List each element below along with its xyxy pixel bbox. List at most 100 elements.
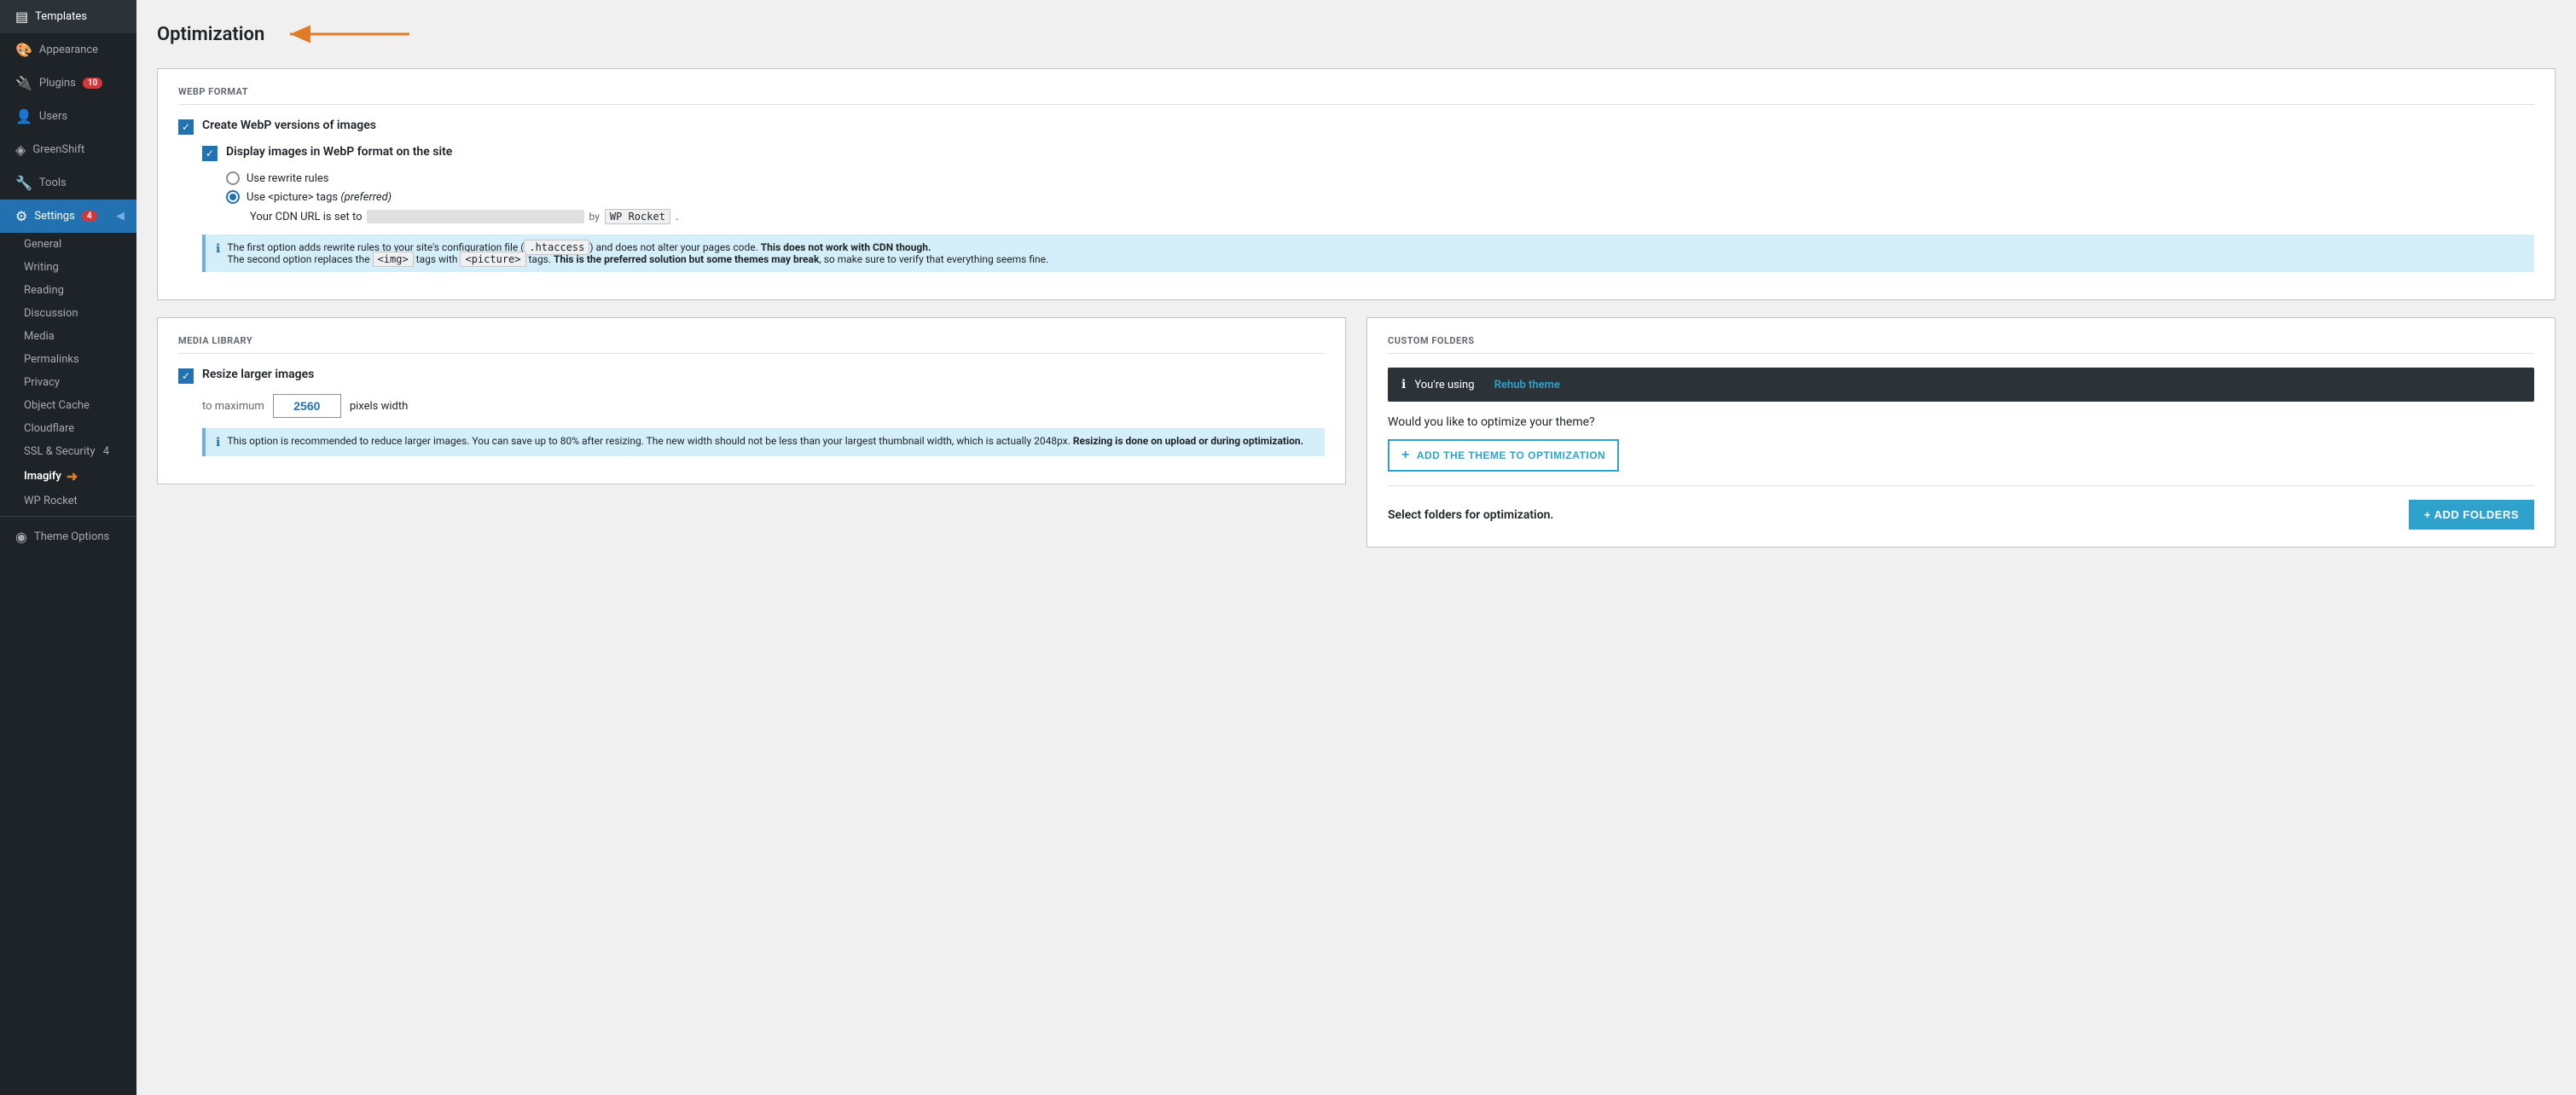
picture-label: Use <picture> tags (preferred) (247, 191, 392, 204)
sidebar-item-theme-options[interactable]: ◉ Theme Options (0, 520, 136, 553)
orange-arrow-indicator (281, 17, 418, 51)
resize-info-box: ℹ This option is recommended to reduce l… (202, 428, 1325, 456)
create-webp-row: ✓ Create WebP versions of images (178, 119, 2534, 135)
sidebar-label-tools: Tools (39, 177, 67, 189)
media-library-col: MEDIA LIBRARY ✓ Resize larger images to … (157, 317, 1346, 548)
page-title-row: Optimization (157, 17, 2556, 51)
sidebar-label-greenshift: GreenShift (32, 143, 84, 156)
sub-label-writing: Writing (24, 261, 59, 274)
sidebar-item-plugins[interactable]: 🔌 Plugins 10 (0, 67, 136, 100)
main-content: Optimization WEBP FORMAT ✓ Create WebP v… (136, 0, 2576, 1095)
sidebar-label-templates: Templates (35, 10, 87, 23)
sidebar: ▤ Templates 🎨 Appearance 🔌 Plugins 10 👤 … (0, 0, 136, 1095)
info2-middle: tags with (414, 253, 461, 265)
plus-icon: + (1401, 448, 1410, 463)
cdn-by: by (589, 211, 600, 223)
sub-label-object-cache: Object Cache (24, 399, 90, 412)
max-width-input[interactable] (273, 394, 341, 418)
sub-label-imagify: Imagify (24, 470, 61, 483)
greenshift-icon: ◈ (15, 142, 26, 158)
optimize-prompt: Would you like to optimize your theme? (1388, 415, 2534, 429)
resize-label: Resize larger images (202, 368, 314, 381)
sidebar-sub-wp-rocket[interactable]: WP Rocket (0, 490, 136, 513)
sub-label-media: Media (24, 330, 55, 343)
cdn-period: . (676, 211, 678, 223)
rewrite-label: Use rewrite rules (247, 172, 328, 185)
info1-rest: ) and does not alter your pages code. (589, 241, 760, 253)
sidebar-sub-media[interactable]: Media (0, 325, 136, 348)
img-tag: <img> (373, 252, 414, 267)
add-theme-button[interactable]: + ADD THE THEME TO OPTIMIZATION (1388, 439, 1619, 472)
sidebar-item-greenshift[interactable]: ◈ GreenShift (0, 133, 136, 166)
sidebar-sub-object-cache[interactable]: Object Cache (0, 394, 136, 417)
sidebar-item-templates[interactable]: ▤ Templates (0, 0, 136, 33)
display-webp-label: Display images in WebP format on the sit… (226, 145, 452, 159)
picture-radio-row: Use <picture> tags (preferred) (226, 190, 2534, 204)
sidebar-sub-cloudflare[interactable]: Cloudflare (0, 417, 136, 440)
cdn-url-row: Your CDN URL is set to █████████████████… (250, 209, 2534, 224)
resize-max-row: to maximum pixels width (202, 394, 1325, 418)
webp-info-box: ℹ The first option adds rewrite rules to… (202, 235, 2534, 272)
cdn-provider: WP Rocket (605, 209, 670, 224)
rewrite-radio[interactable] (226, 171, 240, 185)
info-circle-icon: ℹ (1401, 378, 1406, 391)
resize-checkbox[interactable]: ✓ (178, 368, 194, 384)
info2-end: , so make sure to verify that everything… (819, 253, 1048, 265)
picture-radio[interactable] (226, 190, 240, 204)
sidebar-sub-permalinks[interactable]: Permalinks (0, 348, 136, 371)
info2-bold: This is the preferred solution but some … (554, 253, 819, 265)
settings-icon: ⚙ (15, 208, 27, 224)
sidebar-sub-imagify[interactable]: Imagify ➜ (0, 463, 136, 490)
theme-name-link[interactable]: Rehub theme (1494, 379, 1560, 391)
sidebar-sub-discussion[interactable]: Discussion (0, 302, 136, 325)
sub-label-privacy: Privacy (24, 376, 60, 389)
sidebar-label-users: Users (39, 110, 67, 123)
imagify-arrow-icon: ➜ (67, 468, 78, 484)
resize-checkbox-row: ✓ Resize larger images (178, 368, 1325, 384)
resize-info-icon: ℹ (216, 436, 220, 449)
sub-label-ssl-security: SSL & Security (24, 445, 96, 458)
info1-bold: This does not work with CDN though. (761, 241, 931, 253)
sidebar-label-appearance: Appearance (39, 43, 98, 56)
sidebar-sub-general[interactable]: General (0, 233, 136, 256)
webp-section-label: WEBP FORMAT (178, 86, 2534, 105)
cdn-text: Your CDN URL is set to (250, 211, 362, 223)
sub-label-cloudflare: Cloudflare (24, 422, 74, 435)
users-icon: 👤 (15, 108, 32, 125)
sidebar-sub-reading[interactable]: Reading (0, 279, 136, 302)
theme-options-icon: ◉ (15, 529, 27, 545)
theme-info-text: You're using (1414, 379, 1474, 391)
sidebar-item-tools[interactable]: 🔧 Tools (0, 166, 136, 200)
sidebar-sub-privacy[interactable]: Privacy (0, 371, 136, 394)
add-folders-button[interactable]: + ADD FOLDERS (2409, 500, 2534, 530)
settings-arrow-icon: ◀ (116, 210, 125, 223)
sidebar-sub-writing[interactable]: Writing (0, 256, 136, 279)
create-webp-checkbox[interactable]: ✓ (178, 119, 194, 135)
settings-badge: 4 (82, 211, 97, 222)
webp-radio-group: Use rewrite rules Use <picture> tags (pr… (226, 171, 2534, 224)
ssl-security-badge: 4 (103, 445, 109, 458)
select-folders-label: Select folders for optimization. (1388, 508, 1553, 522)
sub-label-wp-rocket: WP Rocket (24, 495, 78, 507)
media-library-panel: MEDIA LIBRARY ✓ Resize larger images to … (157, 317, 1346, 484)
custom-folders-label: CUSTOM FOLDERS (1388, 335, 2534, 354)
display-webp-row: ✓ Display images in WebP format on the s… (202, 145, 2534, 161)
display-webp-checkbox[interactable]: ✓ (202, 146, 218, 161)
sidebar-item-settings[interactable]: ⚙ Settings 4 ◀ (0, 200, 136, 233)
plugins-icon: 🔌 (15, 75, 32, 91)
sidebar-item-appearance[interactable]: 🎨 Appearance (0, 33, 136, 67)
plugins-badge: 10 (83, 78, 102, 89)
page-title: Optimization (157, 24, 264, 45)
resize-info-main: This option is recommended to reduce lar… (227, 435, 1073, 447)
sidebar-item-users[interactable]: 👤 Users (0, 100, 136, 133)
custom-folders-col: CUSTOM FOLDERS ℹ You're using Rehub them… (1366, 317, 2556, 548)
templates-icon: ▤ (15, 9, 28, 25)
px-label: pixels width (350, 400, 408, 413)
tools-icon: 🔧 (15, 175, 32, 191)
cdn-url: ████████████████████████████ (367, 210, 583, 223)
theme-info-bar: ℹ You're using Rehub theme (1388, 368, 2534, 402)
info2-rest: tags. (526, 253, 554, 265)
sidebar-label-plugins: Plugins (39, 77, 76, 90)
create-webp-label: Create WebP versions of images (202, 119, 376, 132)
sidebar-sub-ssl-security[interactable]: SSL & Security 4 (0, 440, 136, 463)
